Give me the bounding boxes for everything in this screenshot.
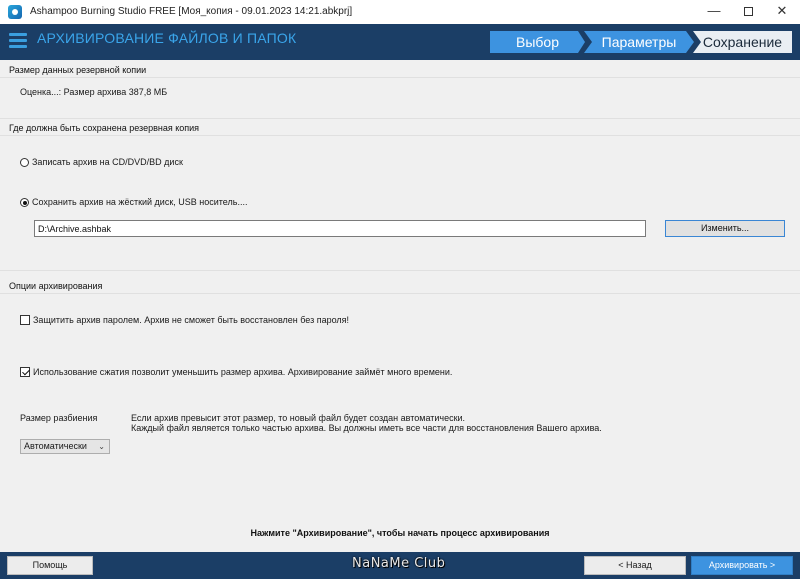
title-bar: Ashampoo Burning Studio FREE [Моя_копия … [0,0,800,24]
divider [0,118,800,119]
page-title: АРХИВИРОВАНИЕ ФАЙЛОВ И ПАПОК [37,30,297,46]
maximize-icon [743,7,753,17]
step-parameters[interactable]: Параметры [584,31,694,53]
compression-checkbox-label[interactable]: Использование сжатия позволит уменьшить … [33,367,452,377]
wizard-steps: Выбор Параметры Сохранение [490,31,792,53]
minimize-button[interactable]: — [697,0,731,24]
archive-path-input[interactable] [34,220,646,237]
location-section-title: Где должна быть сохранена резервная копи… [9,123,200,133]
size-section-title: Размер данных резервной копии [9,65,147,75]
maximize-button[interactable] [731,0,765,24]
split-size-value: Автоматически [24,441,87,451]
step-save: Сохранение [693,31,792,53]
split-info-line-1: Если архив превысит этот размер, то новы… [131,413,466,423]
radio-burn-disc[interactable] [20,158,29,167]
split-size-label: Размер разбиения [20,413,98,423]
close-button[interactable]: ✕ [765,0,799,24]
step-select[interactable]: Выбор [490,31,585,53]
split-info-line-2: Каждый файл является только частью архив… [131,423,602,433]
options-section-title: Опции архивирования [9,281,103,291]
dropdown-arrow-icon: ⌄ [98,442,105,451]
hamburger-menu-icon[interactable] [9,33,27,49]
compression-checkbox[interactable] [20,367,30,377]
main-content: Размер данных резервной копии Оценка...:… [0,60,800,552]
radio-save-disk-label[interactable]: Сохранить архив на жёсткий диск, USB нос… [32,197,247,207]
back-button[interactable]: < Назад [584,556,686,575]
archive-size-estimate: Оценка...: Размер архива 387,8 МБ [20,87,168,97]
archive-button[interactable]: Архивировать > [691,556,793,575]
divider [0,135,800,136]
password-checkbox-label[interactable]: Защитить архив паролем. Архив не сможет … [33,315,349,325]
split-size-select[interactable]: Автоматически ⌄ [20,439,110,454]
radio-burn-disc-label[interactable]: Записать архив на CD/DVD/BD диск [32,157,183,167]
divider [0,270,800,271]
help-button[interactable]: Помощь [7,556,93,575]
password-checkbox[interactable] [20,315,30,325]
app-icon [8,5,22,19]
radio-save-disk[interactable] [20,198,29,207]
watermark: NaNaMe Club [352,556,446,571]
divider [0,293,800,294]
close-icon: ✕ [776,3,788,18]
window-title: Ashampoo Burning Studio FREE [Моя_копия … [30,6,353,17]
divider [0,77,800,78]
minimize-icon: — [707,3,721,18]
start-hint: Нажмите "Архивирование", чтобы начать пр… [250,528,550,538]
change-path-button[interactable]: Изменить... [665,220,785,237]
